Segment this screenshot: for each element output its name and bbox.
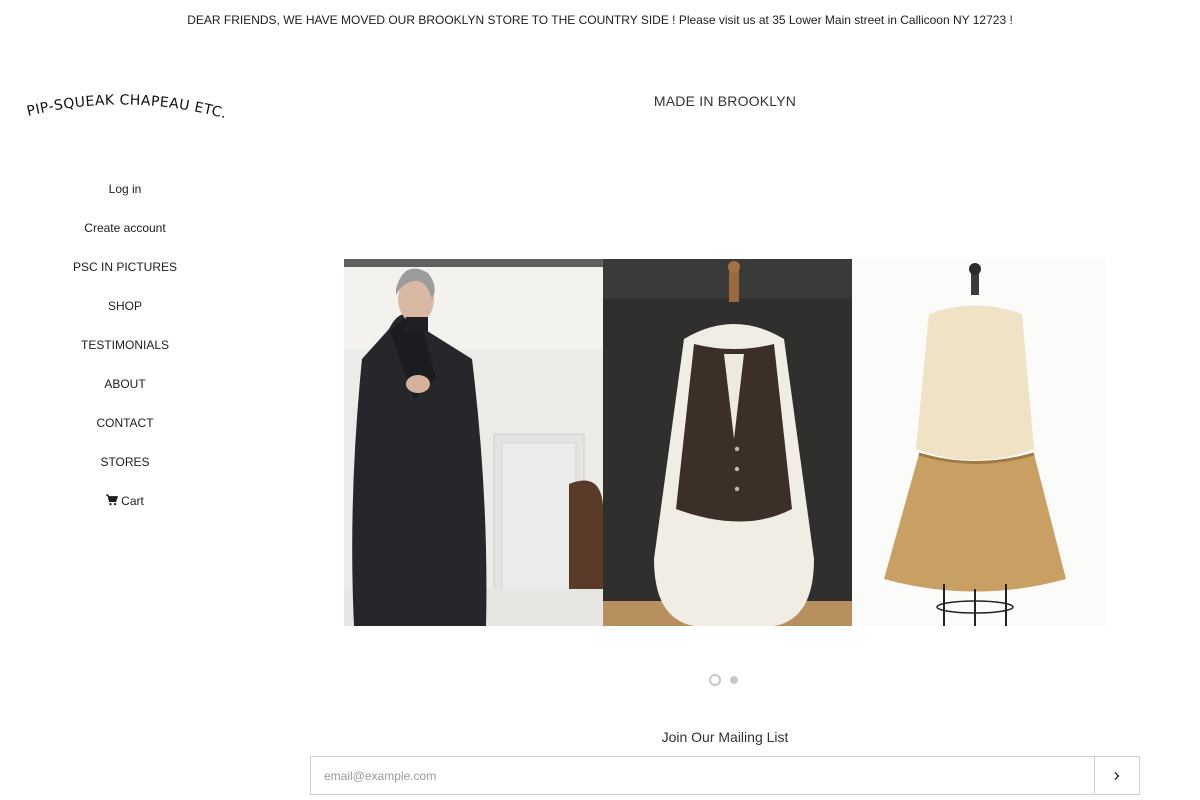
slide-panel-vest <box>603 259 852 626</box>
page-title: MADE IN BROOKLYN <box>653 93 797 109</box>
logo-text: PIP-SQUEAK CHAPEAU ETC. <box>25 92 228 122</box>
nav-log-in[interactable]: Log in <box>109 180 142 198</box>
cart-icon <box>106 494 119 506</box>
nav-cart-label: Cart <box>121 494 144 508</box>
subscribe-button[interactable] <box>1094 757 1139 794</box>
slide-panel-dress <box>852 259 1106 626</box>
newsletter-email-input[interactable] <box>311 757 1094 794</box>
nav-about[interactable]: ABOUT <box>104 375 145 393</box>
site-logo[interactable]: PIP-SQUEAK CHAPEAU ETC. <box>20 84 230 128</box>
nav-cart[interactable]: Cart <box>106 492 144 510</box>
slide-image <box>344 259 1106 626</box>
logo-wordmark: PIP-SQUEAK CHAPEAU ETC. <box>25 92 228 122</box>
svg-text:PIP-SQUEAK CHAPEAU ETC.: PIP-SQUEAK CHAPEAU ETC. <box>25 92 228 122</box>
slideshow[interactable] <box>344 259 1106 626</box>
chevron-right-icon <box>1114 771 1120 780</box>
slide-dot-2[interactable] <box>730 676 738 684</box>
nav-testimonials[interactable]: TESTIMONIALS <box>81 336 169 354</box>
nav-create-account[interactable]: Create account <box>84 219 165 237</box>
mailing-list-title: Join Our Mailing List <box>661 729 789 745</box>
slideshow-dots <box>709 674 738 686</box>
nav-stores[interactable]: STORES <box>100 453 149 471</box>
slide-dot-1[interactable] <box>709 674 721 686</box>
nav-psc-in-pictures[interactable]: PSC IN PICTURES <box>73 258 177 276</box>
nav-shop[interactable]: SHOP <box>108 297 142 315</box>
announcement-bar: DEAR FRIENDS, WE HAVE MOVED OUR BROOKLYN… <box>187 13 1013 27</box>
sidebar-nav: Log in Create account PSC IN PICTURES SH… <box>0 180 250 531</box>
newsletter-form <box>310 756 1140 795</box>
nav-contact[interactable]: CONTACT <box>96 414 153 432</box>
slide-panel-model <box>344 259 604 626</box>
